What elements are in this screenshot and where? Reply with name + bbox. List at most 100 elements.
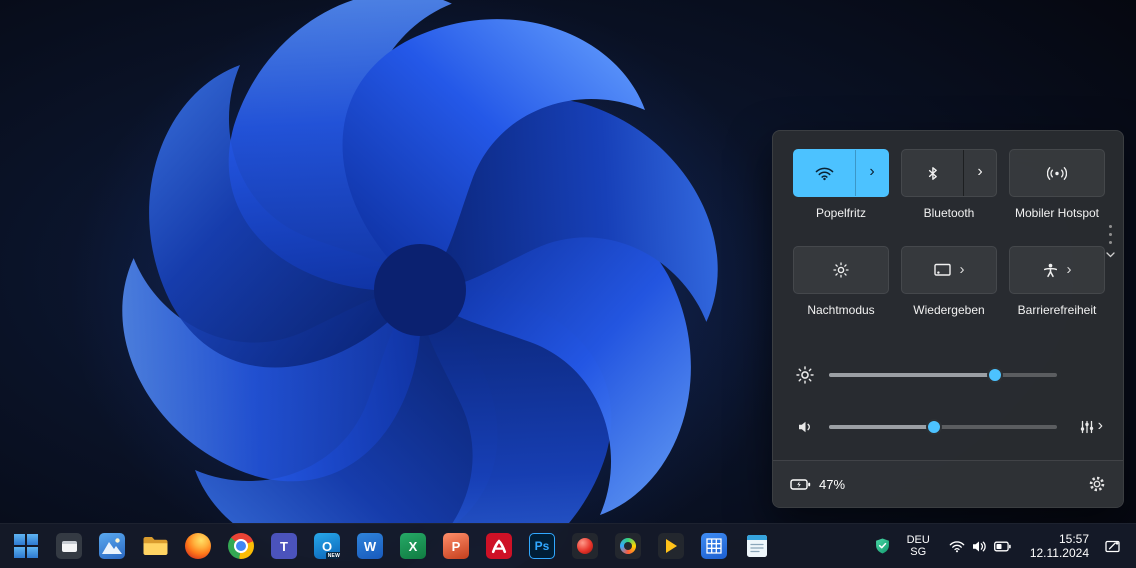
system-tray: DEU SG 15:57 12.11.2024 <box>868 524 1128 568</box>
start-button[interactable] <box>6 526 46 566</box>
clock-button[interactable]: 15:57 12.11.2024 <box>1022 526 1097 566</box>
brightness-fill <box>829 373 995 377</box>
colorful-ring-app-icon <box>615 533 641 559</box>
battery-tray-icon <box>994 541 1011 552</box>
firefox-icon <box>185 533 211 559</box>
battery-status-button[interactable]: 47% <box>790 477 845 492</box>
taskbar-colorful-ring-app[interactable] <box>608 526 648 566</box>
taskbar-grid-app[interactable] <box>694 526 734 566</box>
taskbar-red-sphere-app[interactable] <box>565 526 605 566</box>
taskbar-acrobat[interactable] <box>479 526 519 566</box>
mobile-hotspot-icon <box>1010 150 1104 196</box>
taskbar-firefox[interactable] <box>178 526 218 566</box>
settings-button[interactable] <box>1088 475 1106 493</box>
yellow-arrow-app-icon <box>658 533 684 559</box>
bluetooth-expand-button[interactable]: › <box>963 150 996 196</box>
teams-icon: T <box>271 533 297 559</box>
taskbar-word[interactable]: W <box>350 526 390 566</box>
keyboard-layout-code: SG <box>910 546 926 558</box>
ink-workspace-icon <box>1105 539 1122 554</box>
windows-logo-icon <box>14 534 38 558</box>
quick-settings-footer: 47% <box>773 460 1123 507</box>
accessibility-icon: › <box>1010 247 1104 293</box>
night-light-toggle-label: Nachtmodus <box>807 303 874 317</box>
taskbar: T O NEW W X P <box>0 523 1136 568</box>
quick-toggle-grid: › Popelfritz › Bluetooth <box>793 149 1103 317</box>
notepad-icon <box>746 533 768 559</box>
language-code: DEU <box>907 534 930 546</box>
night-light-icon <box>794 247 888 293</box>
outlook-icon: O NEW <box>314 533 340 559</box>
brightness-slider[interactable] <box>829 366 1057 384</box>
audio-output-button[interactable]: › <box>1080 419 1103 435</box>
chrome-icon <box>228 533 254 559</box>
bluetooth-icon[interactable] <box>902 150 963 196</box>
grid-app-icon <box>701 533 727 559</box>
wifi-tray-icon <box>949 540 965 553</box>
outlook-new-badge: NEW <box>326 552 340 559</box>
taskbar-apps: T O NEW W X P <box>6 526 777 566</box>
page-dot <box>1109 241 1112 244</box>
taskbar-outlook[interactable]: O NEW <box>307 526 347 566</box>
language-switcher[interactable]: DEU SG <box>899 526 938 566</box>
chevron-right-icon: › <box>960 262 965 277</box>
taskbar-app-window[interactable] <box>49 526 89 566</box>
chevron-right-icon: › <box>1067 262 1072 277</box>
volume-track[interactable] <box>829 425 1057 429</box>
quick-toggle-nightlight: Nachtmodus <box>793 246 889 317</box>
time-label: 15:57 <box>1059 532 1089 546</box>
taskbar-chrome[interactable] <box>221 526 261 566</box>
page-down-button[interactable] <box>1106 252 1115 258</box>
acrobat-icon <box>486 533 512 559</box>
wifi-toggle-button[interactable]: › <box>793 149 889 197</box>
quick-toggle-hotspot: Mobiler Hotspot <box>1009 149 1105 220</box>
taskbar-file-explorer[interactable] <box>135 526 175 566</box>
photos-icon <box>99 533 125 559</box>
cast-toggle-label: Wiedergeben <box>913 303 984 317</box>
sliders-section: › <box>793 351 1103 451</box>
brightness-row <box>793 351 1103 399</box>
photoshop-icon: Ps <box>529 533 555 559</box>
security-shield-icon <box>874 537 891 555</box>
night-light-toggle-button[interactable] <box>793 246 889 294</box>
taskbar-yellow-arrow-app[interactable] <box>651 526 691 566</box>
page-dot <box>1109 233 1112 236</box>
accessibility-toggle-button[interactable]: › <box>1009 246 1105 294</box>
audio-mixer-icon <box>1080 420 1094 434</box>
battery-percent-label: 47% <box>819 477 845 492</box>
battery-charging-icon <box>790 478 811 491</box>
wifi-expand-button[interactable]: › <box>855 150 888 196</box>
volume-fill <box>829 425 934 429</box>
volume-slider[interactable] <box>829 418 1057 436</box>
red-sphere-app-icon <box>572 533 598 559</box>
date-label: 12.11.2024 <box>1030 546 1089 560</box>
taskbar-powerpoint[interactable]: P <box>436 526 476 566</box>
wifi-toggle-label: Popelfritz <box>816 206 866 220</box>
system-status-button[interactable] <box>940 526 1020 566</box>
notification-center-button[interactable] <box>1099 526 1128 566</box>
cast-toggle-button[interactable]: › <box>901 246 997 294</box>
brightness-slider-thumb[interactable] <box>987 367 1003 383</box>
volume-icon <box>793 420 817 434</box>
excel-icon: X <box>400 533 426 559</box>
brightness-track[interactable] <box>829 373 1057 377</box>
word-icon: W <box>357 533 383 559</box>
desktop: › Popelfritz › Bluetooth <box>0 0 1136 568</box>
chevron-right-icon: › <box>869 164 874 180</box>
taskbar-app-photos[interactable] <box>92 526 132 566</box>
chevron-right-icon: › <box>1098 418 1103 434</box>
bluetooth-toggle-button[interactable]: › <box>901 149 997 197</box>
tray-security-button[interactable] <box>868 526 897 566</box>
gear-icon <box>1088 475 1106 493</box>
volume-row: › <box>793 403 1103 451</box>
volume-slider-thumb[interactable] <box>926 419 942 435</box>
quick-toggle-cast: › Wiedergeben <box>901 246 997 317</box>
taskbar-teams[interactable]: T <box>264 526 304 566</box>
cast-icon: › <box>902 247 996 293</box>
taskbar-photoshop[interactable]: Ps <box>522 526 562 566</box>
chevron-right-icon: › <box>977 164 982 180</box>
taskbar-notepad-app[interactable] <box>737 526 777 566</box>
taskbar-excel[interactable]: X <box>393 526 433 566</box>
mobile-hotspot-toggle-button[interactable] <box>1009 149 1105 197</box>
wifi-icon[interactable] <box>794 150 855 196</box>
